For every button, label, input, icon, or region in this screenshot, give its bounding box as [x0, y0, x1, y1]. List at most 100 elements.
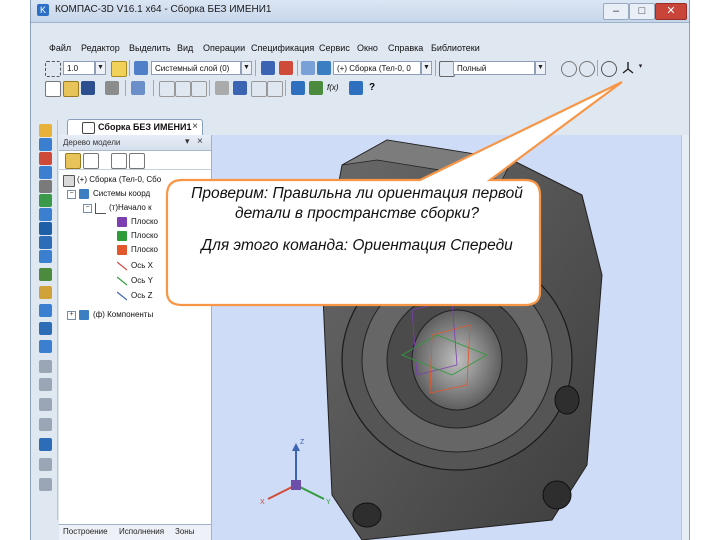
- menu-service[interactable]: Сервис: [319, 43, 350, 53]
- step-field[interactable]: 1.0: [63, 61, 95, 75]
- preview-icon[interactable]: [131, 81, 145, 95]
- tree-node-label: Плоско: [131, 245, 158, 254]
- menu-help[interactable]: Справка: [388, 43, 423, 53]
- menu-operations[interactable]: Операции: [203, 43, 245, 53]
- lock-icon[interactable]: [39, 458, 52, 471]
- menu-view[interactable]: Вид: [177, 43, 193, 53]
- menu-specification[interactable]: Спецификация: [251, 43, 314, 53]
- auxiliary-geometry-icon[interactable]: [39, 194, 52, 207]
- axis-triad: [267, 443, 325, 500]
- tree-node-label: (+) Сборка (Тел-0, Сбо: [77, 175, 162, 184]
- collapse-icon[interactable]: −: [67, 190, 76, 199]
- close-button[interactable]: ✕: [655, 3, 687, 20]
- paste-icon[interactable]: [191, 81, 207, 97]
- variables-icon[interactable]: [349, 81, 363, 95]
- menu-libraries[interactable]: Библиотеки: [431, 43, 480, 53]
- query-icon[interactable]: [39, 398, 52, 411]
- expand-icon[interactable]: +: [67, 311, 76, 320]
- cut-icon[interactable]: [159, 81, 175, 97]
- table-icon[interactable]: [233, 81, 247, 95]
- menu-select[interactable]: Выделить: [129, 43, 171, 53]
- tab-construction[interactable]: Построение: [63, 527, 108, 536]
- curves-icon[interactable]: [39, 152, 52, 165]
- minimize-button[interactable]: –: [603, 3, 629, 20]
- triad-z-arrow: [292, 443, 300, 451]
- undo-icon[interactable]: [251, 81, 267, 97]
- manager-icon[interactable]: [291, 81, 305, 95]
- selection-icon[interactable]: [39, 378, 52, 391]
- display-mode-dropdown[interactable]: ▼: [535, 61, 546, 75]
- coordinate-system-icon: [79, 189, 89, 199]
- redo-icon[interactable]: [267, 81, 283, 97]
- diagnostics-icon[interactable]: [39, 222, 52, 235]
- collapse-icon[interactable]: −: [83, 204, 92, 213]
- tree-component-icon[interactable]: [111, 153, 127, 169]
- menu-file[interactable]: Файл: [49, 43, 71, 53]
- spec-icon[interactable]: [39, 304, 52, 317]
- print-icon[interactable]: [105, 81, 119, 95]
- report-icon[interactable]: [39, 322, 52, 335]
- sheet-metal-icon[interactable]: [39, 250, 52, 263]
- filter-icon[interactable]: [39, 360, 52, 373]
- tab-executions[interactable]: Исполнения: [119, 527, 164, 536]
- tree-bottom-tabs: Построение Исполнения Зоны: [59, 524, 211, 540]
- tree-mode-icon[interactable]: [65, 153, 81, 169]
- new-document-icon[interactable]: [45, 81, 61, 97]
- render-icon[interactable]: [39, 438, 52, 451]
- components-icon: [79, 310, 89, 320]
- display-mode-field[interactable]: Полный: [453, 61, 535, 75]
- tree-search-icon[interactable]: [129, 153, 145, 169]
- separator: [209, 80, 210, 96]
- tab-zones[interactable]: Зоны: [175, 527, 194, 536]
- assembly-field[interactable]: (+) Сборка (Тел-0, 0: [333, 61, 421, 75]
- zoom-icon[interactable]: [561, 61, 577, 77]
- vertical-scrollbar[interactable]: [681, 135, 689, 540]
- model-tree-toolbar: [59, 151, 211, 170]
- layers-icon[interactable]: [134, 61, 148, 75]
- array-icon[interactable]: [39, 180, 52, 193]
- function-icon[interactable]: f(x): [327, 81, 341, 95]
- orientation-dropdown[interactable]: ▾: [635, 61, 646, 75]
- surfaces-icon[interactable]: [39, 166, 52, 179]
- assembly-dropdown[interactable]: ▼: [421, 61, 432, 75]
- local-csys-icon[interactable]: [279, 61, 293, 75]
- axis-icon: [116, 261, 128, 271]
- tree-structure-icon[interactable]: [83, 153, 99, 169]
- rotate-icon[interactable]: [601, 61, 617, 77]
- zoom-window-icon[interactable]: [579, 61, 595, 77]
- tree-node-label: Плоско: [131, 231, 158, 240]
- menu-edit[interactable]: Редактор: [81, 43, 120, 53]
- open-icon[interactable]: [63, 81, 79, 97]
- separator: [285, 80, 286, 96]
- copy-icon[interactable]: [175, 81, 191, 97]
- tree-pin-button[interactable]: ▾: [185, 136, 190, 147]
- layer-dropdown[interactable]: ▼: [241, 61, 252, 75]
- orientation-icon[interactable]: [621, 61, 635, 75]
- tree-close-button[interactable]: ×: [197, 136, 203, 147]
- tab-assembly[interactable]: Сборка БЕЗ ИМЕНИ1 ×: [67, 119, 203, 135]
- save-icon[interactable]: [81, 81, 95, 95]
- step-dropdown[interactable]: ▼: [95, 61, 106, 75]
- measure-icon[interactable]: [39, 340, 52, 353]
- snap-icon[interactable]: [111, 61, 127, 77]
- library-icon[interactable]: [309, 81, 323, 95]
- sketch-icon[interactable]: [39, 138, 52, 151]
- menu-window[interactable]: Окно: [357, 43, 378, 53]
- elements-icon[interactable]: [39, 236, 52, 249]
- coordinate-icon[interactable]: [261, 61, 275, 75]
- assembly-icon[interactable]: [317, 61, 331, 75]
- layer-field[interactable]: Системный слой (0): [151, 61, 241, 75]
- macro-icon[interactable]: [39, 286, 52, 299]
- dimensions-icon[interactable]: [39, 208, 52, 221]
- grid-icon[interactable]: [45, 61, 61, 77]
- cursor-icon[interactable]: [301, 61, 315, 75]
- model-tree-header: Дерево модели ▾ ×: [59, 135, 211, 151]
- mates-icon[interactable]: [39, 268, 52, 281]
- settings-icon[interactable]: [39, 478, 52, 491]
- help-icon[interactable]: ?: [369, 81, 383, 95]
- properties-brush-icon[interactable]: [215, 81, 229, 95]
- tab-close-button[interactable]: ×: [192, 121, 198, 132]
- maximize-button[interactable]: □: [629, 3, 655, 20]
- section-icon[interactable]: [39, 418, 52, 431]
- editing-icon[interactable]: [39, 124, 52, 137]
